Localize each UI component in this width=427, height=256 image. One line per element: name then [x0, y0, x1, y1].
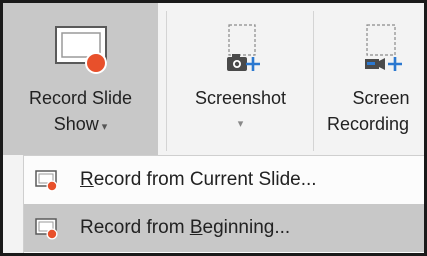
record-slide-icon: [35, 218, 58, 240]
screen-recording-icon: [353, 13, 409, 85]
screen-recording-label-line2: Recording: [327, 114, 410, 134]
menu-item-label-suffix: ecord from Current Slide...: [93, 169, 317, 190]
screen-recording-label-line1: Screen: [352, 88, 410, 108]
menu-item-mnemonic: B: [189, 217, 203, 238]
chevron-down-icon: ▾: [237, 118, 244, 130]
ribbon-separator: [313, 11, 314, 151]
menu-item-label: Record from Current Slide...: [80, 169, 317, 191]
record-slide-show-label-text: Show: [53, 114, 99, 134]
record-slide-show-icon: [50, 13, 112, 85]
menu-item-record-from-beginning[interactable]: Record from Beginning...: [24, 204, 424, 252]
screenshot-icon: [213, 13, 269, 85]
record-slide-show-menu: Record from Current Slide... Record from…: [23, 155, 424, 253]
ribbon-media-group: Record Slide Show ▾ Screenshot ▾ Screen …: [3, 3, 424, 155]
record-slide-icon: [35, 170, 58, 192]
menu-item-label: Record from Beginning...: [80, 217, 290, 239]
menu-item-label-suffix: eginning...: [202, 217, 291, 238]
screen-recording-button[interactable]: Screen Recording: [321, 3, 424, 155]
record-slide-show-button[interactable]: Record Slide Show ▾: [3, 3, 158, 155]
record-slide-show-label-line1: Record Slide: [28, 88, 133, 108]
record-slide-show-label-line2: Show ▾: [54, 111, 108, 140]
menu-item-record-from-current-slide[interactable]: Record from Current Slide...: [24, 156, 424, 204]
ribbon-separator: [166, 11, 167, 151]
screenshot-button[interactable]: Screenshot ▾: [173, 3, 308, 155]
screenshot-label: Screenshot: [194, 88, 287, 108]
chevron-down-icon: ▾: [101, 121, 108, 133]
menu-item-label-prefix: Record from: [80, 217, 190, 238]
menu-item-mnemonic: R: [80, 169, 94, 190]
insert-ribbon-window: Record Slide Show ▾ Screenshot ▾ Screen …: [0, 0, 427, 256]
